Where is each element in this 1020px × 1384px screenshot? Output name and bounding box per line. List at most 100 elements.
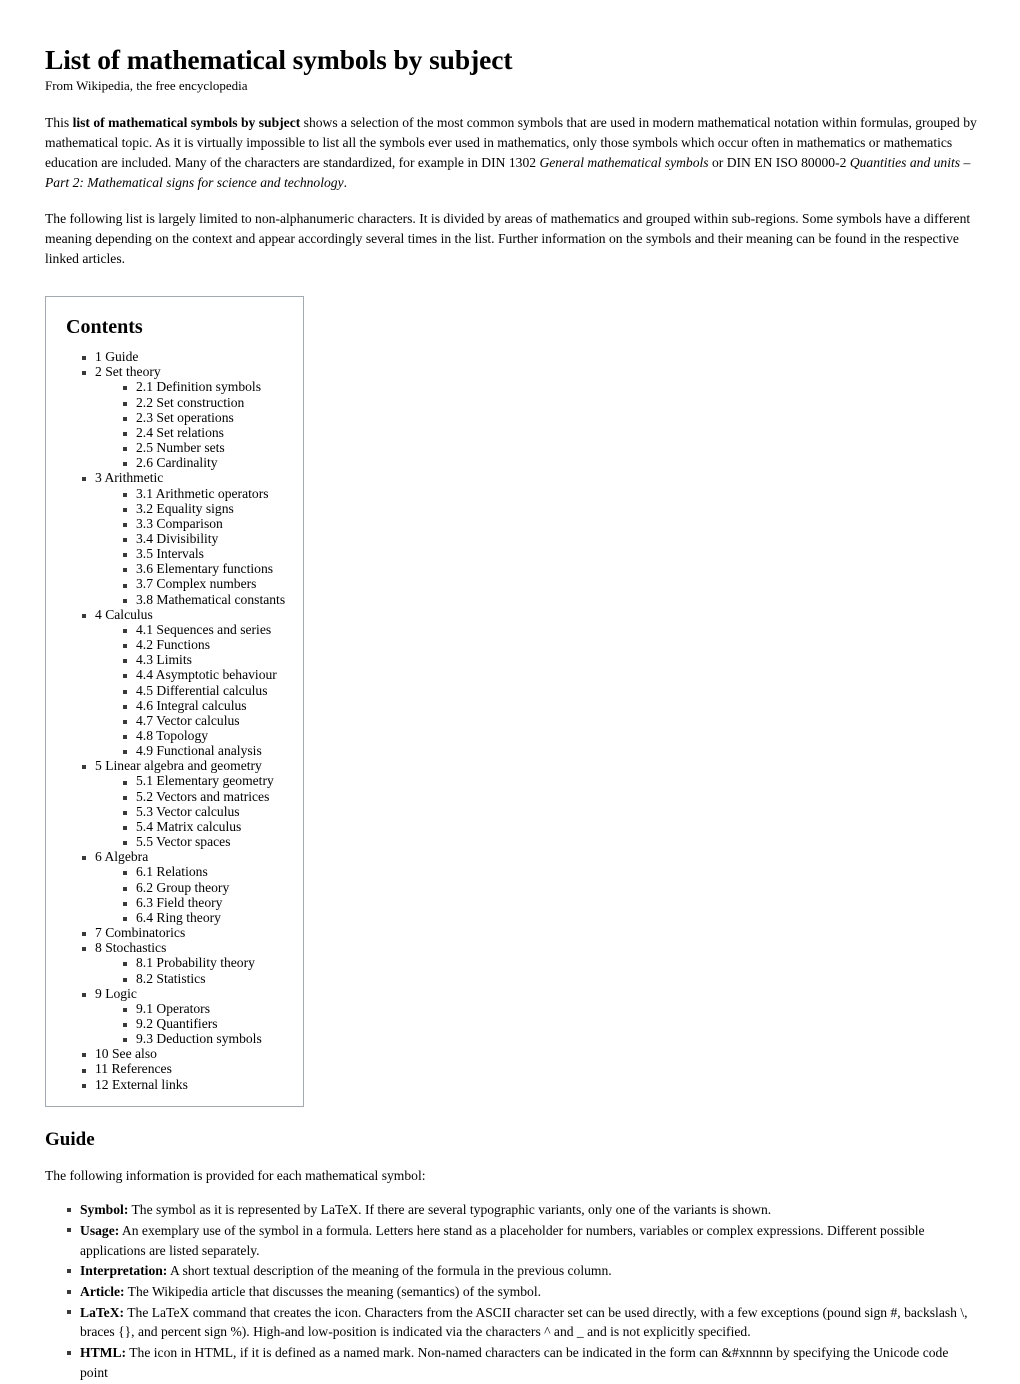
toc-subitem-label: 3.6 Elementary functions <box>136 561 274 577</box>
guide-list-item: Interpretation: A short textual descript… <box>67 1261 977 1281</box>
toc-subitem[interactable]: 2.4 Set relations <box>123 425 285 440</box>
toc-subitem[interactable]: 5.1 Elementary geometry <box>123 773 285 788</box>
toc-item[interactable]: 9 Logic 9.1 Operators 9.2 Quantifiers 9.3 D… <box>82 986 285 1047</box>
toc-subitem[interactable]: 5.5 Vector spaces <box>123 834 285 849</box>
toc-subitem[interactable]: 6.1 Relations <box>123 864 285 879</box>
bullet-icon <box>82 856 86 861</box>
toc-subitem[interactable]: 9.2 Quantifiers <box>123 1016 285 1031</box>
toc-subitem[interactable]: 3.8 Mathematical constants <box>123 592 285 607</box>
toc-subitem[interactable]: 3.1 Arithmetic operators <box>123 486 285 501</box>
bullet-icon <box>123 901 127 906</box>
bullet-icon <box>123 719 127 724</box>
toc-subitem[interactable]: 4.2 Functions <box>123 637 285 652</box>
toc-item-label: 4 Calculus <box>95 606 153 622</box>
toc-subitem[interactable]: 3.6 Elementary functions <box>123 561 285 576</box>
toc-subitem[interactable]: 6.2 Group theory <box>123 880 285 895</box>
toc-subitem[interactable]: 3.5 Intervals <box>123 546 285 561</box>
bullet-icon <box>123 401 127 406</box>
toc-item[interactable]: 8 Stochastics 8.1 Probability theory 8.2 S… <box>82 940 285 986</box>
bullet-icon <box>123 977 127 982</box>
toc-subitem-label: 6.1 Relations <box>136 864 208 880</box>
bullet-icon <box>123 628 127 633</box>
toc-item[interactable]: 12 External links <box>82 1077 285 1092</box>
bullet-icon <box>123 598 127 603</box>
toc-subitem[interactable]: 4.5 Differential calculus <box>123 683 285 698</box>
toc-subitem[interactable]: 2.6 Cardinality <box>123 455 285 470</box>
toc-item[interactable]: 10 See also <box>82 1046 285 1061</box>
toc-subitem[interactable]: 4.4 Asymptotic behaviour <box>123 667 285 682</box>
toc-subitem[interactable]: 8.2 Statistics <box>123 971 285 986</box>
toc-subitem-label: 2.1 Definition symbols <box>136 379 261 395</box>
guide-list-item: LaTeX: The LaTeX command that creates th… <box>67 1303 977 1342</box>
bullet-icon <box>123 871 127 876</box>
bullet-icon <box>123 826 127 831</box>
table-of-contents: Contents 1 Guide 2 Set theory 2.1 Definiti… <box>45 296 305 1107</box>
toc-subitem[interactable]: 2.3 Set operations <box>123 410 285 425</box>
toc-subitem-label: 2.6 Cardinality <box>136 455 218 471</box>
intro-text-part-4: . <box>343 175 348 191</box>
toc-subitem-label: 3.5 Intervals <box>136 546 204 562</box>
article-page: List of mathematical symbols by subject … <box>0 0 1020 1380</box>
bullet-icon <box>123 1023 127 1028</box>
intro-paragraph-2: The following list is largely limited to… <box>45 211 971 267</box>
toc-subitem[interactable]: 4.8 Topology <box>123 728 285 743</box>
toc-item-label: 3 Arithmetic <box>95 470 164 486</box>
toc-subitem[interactable]: 6.3 Field theory <box>123 895 285 910</box>
guide-term: HTML: <box>80 1345 127 1361</box>
toc-subitem-label: 5.4 Matrix calculus <box>136 818 242 834</box>
toc-item-label: 12 External links <box>95 1076 188 1092</box>
toc-subitem[interactable]: 3.4 Divisibility <box>123 531 285 546</box>
toc-sublist: 6.1 Relations 6.2 Group theory 6.3 Field t… <box>95 864 285 925</box>
toc-subitem[interactable]: 3.3 Comparison <box>123 516 285 531</box>
toc-subitem-label: 2.2 Set construction <box>136 394 245 410</box>
toc-item-label: 2 Set theory <box>95 364 161 380</box>
toc-subitem-label: 3.8 Mathematical constants <box>136 591 286 607</box>
toc-subitem[interactable]: 3.7 Complex numbers <box>123 576 285 591</box>
toc-subitem[interactable]: 5.2 Vectors and matrices <box>123 789 285 804</box>
toc-subitem[interactable]: 4.1 Sequences and series <box>123 622 285 637</box>
toc-subitem-label: 4.2 Functions <box>136 637 211 653</box>
toc-subitem[interactable]: 9.3 Deduction symbols <box>123 1031 285 1046</box>
guide-list-item: HTML: The icon in HTML, if it is defined… <box>67 1343 977 1382</box>
toc-item[interactable]: 1 Guide <box>82 349 285 364</box>
toc-subitem[interactable]: 2.5 Number sets <box>123 440 285 455</box>
toc-subitem-label: 2.5 Number sets <box>136 440 225 456</box>
toc-subitem-label: 2.3 Set operations <box>136 409 234 425</box>
toc-sublist: 2.1 Definition symbols 2.2 Set constructi… <box>95 379 285 470</box>
toc-subitem[interactable]: 4.3 Limits <box>123 652 285 667</box>
toc-subitem[interactable]: 2.1 Definition symbols <box>123 379 285 394</box>
bullet-icon <box>123 886 127 891</box>
toc-subitem[interactable]: 5.3 Vector calculus <box>123 804 285 819</box>
toc-item[interactable]: 4 Calculus 4.1 Sequences and series 4.2 Fu… <box>82 607 285 759</box>
toc-subitem[interactable]: 8.1 Probability theory <box>123 955 285 970</box>
bullet-icon <box>123 416 127 421</box>
toc-subitem[interactable]: 4.7 Vector calculus <box>123 713 285 728</box>
toc-subitem-label: 4.7 Vector calculus <box>136 712 240 728</box>
toc-item-label: 8 Stochastics <box>95 940 167 956</box>
toc-item[interactable]: 2 Set theory 2.1 Definition symbols 2.2 Se… <box>82 364 285 470</box>
toc-subitem[interactable]: 9.1 Operators <box>123 1001 285 1016</box>
bullet-icon <box>82 613 86 618</box>
toc-subitem[interactable]: 4.6 Integral calculus <box>123 698 285 713</box>
toc-subitem[interactable]: 3.2 Equality signs <box>123 501 285 516</box>
toc-subitem-label: 3.7 Complex numbers <box>136 576 257 592</box>
bullet-icon <box>82 477 86 482</box>
toc-item[interactable]: 11 References <box>82 1061 285 1076</box>
toc-item[interactable]: 7 Combinatorics <box>82 925 285 940</box>
toc-subitem[interactable]: 6.4 Ring theory <box>123 910 285 925</box>
toc-subitem-label: 5.2 Vectors and matrices <box>136 788 270 804</box>
toc-item[interactable]: 6 Algebra 6.1 Relations 6.2 Group theory 6.… <box>82 849 285 925</box>
toc-item[interactable]: 3 Arithmetic 3.1 Arithmetic operators 3.2 … <box>82 470 285 607</box>
bullet-icon <box>82 356 86 361</box>
guide-term: Usage: <box>80 1222 120 1238</box>
toc-subitem-label: 8.1 Probability theory <box>136 955 255 971</box>
toc-subitem[interactable]: 2.2 Set construction <box>123 395 285 410</box>
toc-subitem[interactable]: 4.9 Functional analysis <box>123 743 285 758</box>
bullet-icon <box>82 1068 86 1073</box>
toc-subitem-label: 4.3 Limits <box>136 652 192 668</box>
toc-subitem-label: 4.6 Integral calculus <box>136 697 247 713</box>
bullet-icon <box>123 780 127 785</box>
toc-subitem[interactable]: 5.4 Matrix calculus <box>123 819 285 834</box>
toc-subitem-label: 4.5 Differential calculus <box>136 682 268 698</box>
toc-item[interactable]: 5 Linear algebra and geometry 5.1 Element… <box>82 758 285 849</box>
